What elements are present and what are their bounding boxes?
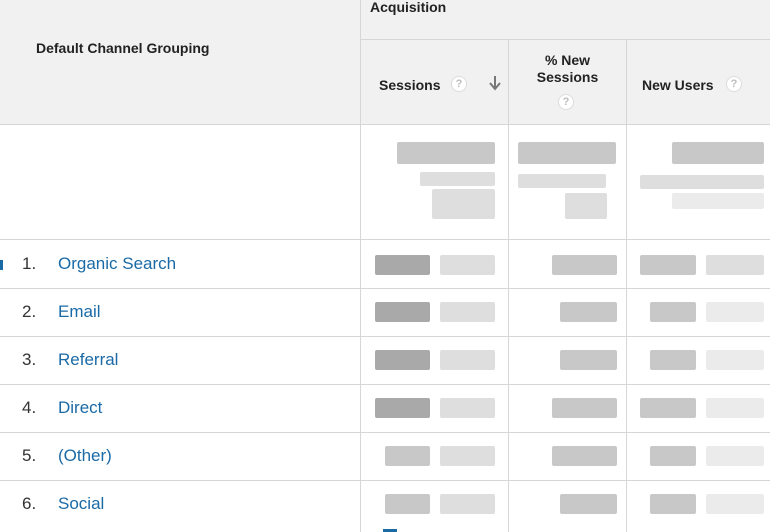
blurred-metric-value <box>552 398 617 418</box>
channel-link-other[interactable]: (Other) <box>58 446 112 466</box>
new-sessions-header-label: % New Sessions <box>536 52 599 85</box>
blurred-metric-value <box>560 494 617 514</box>
table-row: 6. Social <box>0 481 770 532</box>
blurred-metric-value <box>375 255 430 275</box>
totals-row <box>0 125 770 239</box>
channel-link-referral[interactable]: Referral <box>58 350 118 370</box>
blurred-metric-value <box>706 494 764 514</box>
blurred-metric-value <box>440 350 495 370</box>
blurred-metric-value <box>672 193 764 209</box>
new-users-column-header[interactable]: New Users ? <box>627 40 770 124</box>
help-icon[interactable]: ? <box>558 94 574 110</box>
row-index: 3. <box>22 350 37 369</box>
blurred-metric-value <box>706 255 764 275</box>
new-users-header-label: New Users <box>642 77 714 93</box>
blurred-metric-value <box>650 494 696 514</box>
blurred-metric-value <box>518 174 606 188</box>
help-icon[interactable]: ? <box>451 76 467 92</box>
new-sessions-column-header[interactable]: % New Sessions ? <box>509 40 626 124</box>
blurred-metric-value <box>560 350 617 370</box>
blurred-metric-value <box>706 446 764 466</box>
blurred-metric-value <box>565 193 607 219</box>
row-index: 2. <box>22 302 37 321</box>
blurred-metric-value <box>375 350 430 370</box>
blurred-metric-value <box>420 172 495 186</box>
blurred-metric-value <box>385 494 430 514</box>
sort-descending-icon[interactable] <box>487 74 503 97</box>
blurred-metric-value <box>397 142 495 164</box>
blurred-metric-value <box>706 302 764 322</box>
row-index: 4. <box>22 398 37 417</box>
row-index: 1. <box>22 254 37 273</box>
help-icon[interactable]: ? <box>726 76 742 92</box>
blurred-metric-value <box>375 398 430 418</box>
blurred-metric-value <box>640 398 696 418</box>
table-row: 4. Direct <box>0 385 770 433</box>
blurred-metric-value <box>706 398 764 418</box>
blurred-metric-value <box>672 142 764 164</box>
channel-link-email[interactable]: Email <box>58 302 101 322</box>
blurred-metric-value <box>518 142 616 164</box>
blurred-metric-value <box>440 255 495 275</box>
blurred-metric-value <box>440 446 495 466</box>
blurred-metric-value <box>706 350 764 370</box>
blurred-metric-value <box>650 350 696 370</box>
dimension-column-header[interactable]: Default Channel Grouping <box>36 40 209 56</box>
acquisition-group-header: Acquisition <box>370 0 447 15</box>
table-row: 2. Email <box>0 289 770 337</box>
channel-link-organic-search[interactable]: Organic Search <box>58 254 176 274</box>
blurred-metric-value <box>650 302 696 322</box>
blurred-metric-value <box>640 255 696 275</box>
blurred-metric-value <box>385 446 430 466</box>
blurred-metric-value <box>552 446 617 466</box>
blurred-metric-value <box>560 302 617 322</box>
blurred-metric-value <box>440 302 495 322</box>
table-row: 5. (Other) <box>0 433 770 481</box>
blurred-metric-value <box>640 175 764 189</box>
blurred-metric-value <box>375 302 430 322</box>
table-row: 1. Organic Search <box>0 240 770 288</box>
blurred-metric-value <box>432 189 495 219</box>
blurred-metric-value <box>552 255 617 275</box>
channel-link-social[interactable]: Social <box>58 494 104 514</box>
blurred-metric-value <box>440 494 495 514</box>
sessions-column-header[interactable]: Sessions ? <box>361 40 508 124</box>
row-index: 6. <box>22 494 37 513</box>
blurred-metric-value <box>440 398 495 418</box>
table-row: 3. Referral <box>0 337 770 385</box>
channel-link-direct[interactable]: Direct <box>58 398 102 418</box>
sessions-header-label: Sessions <box>379 77 441 93</box>
row-index: 5. <box>22 446 37 465</box>
blurred-metric-value <box>650 446 696 466</box>
